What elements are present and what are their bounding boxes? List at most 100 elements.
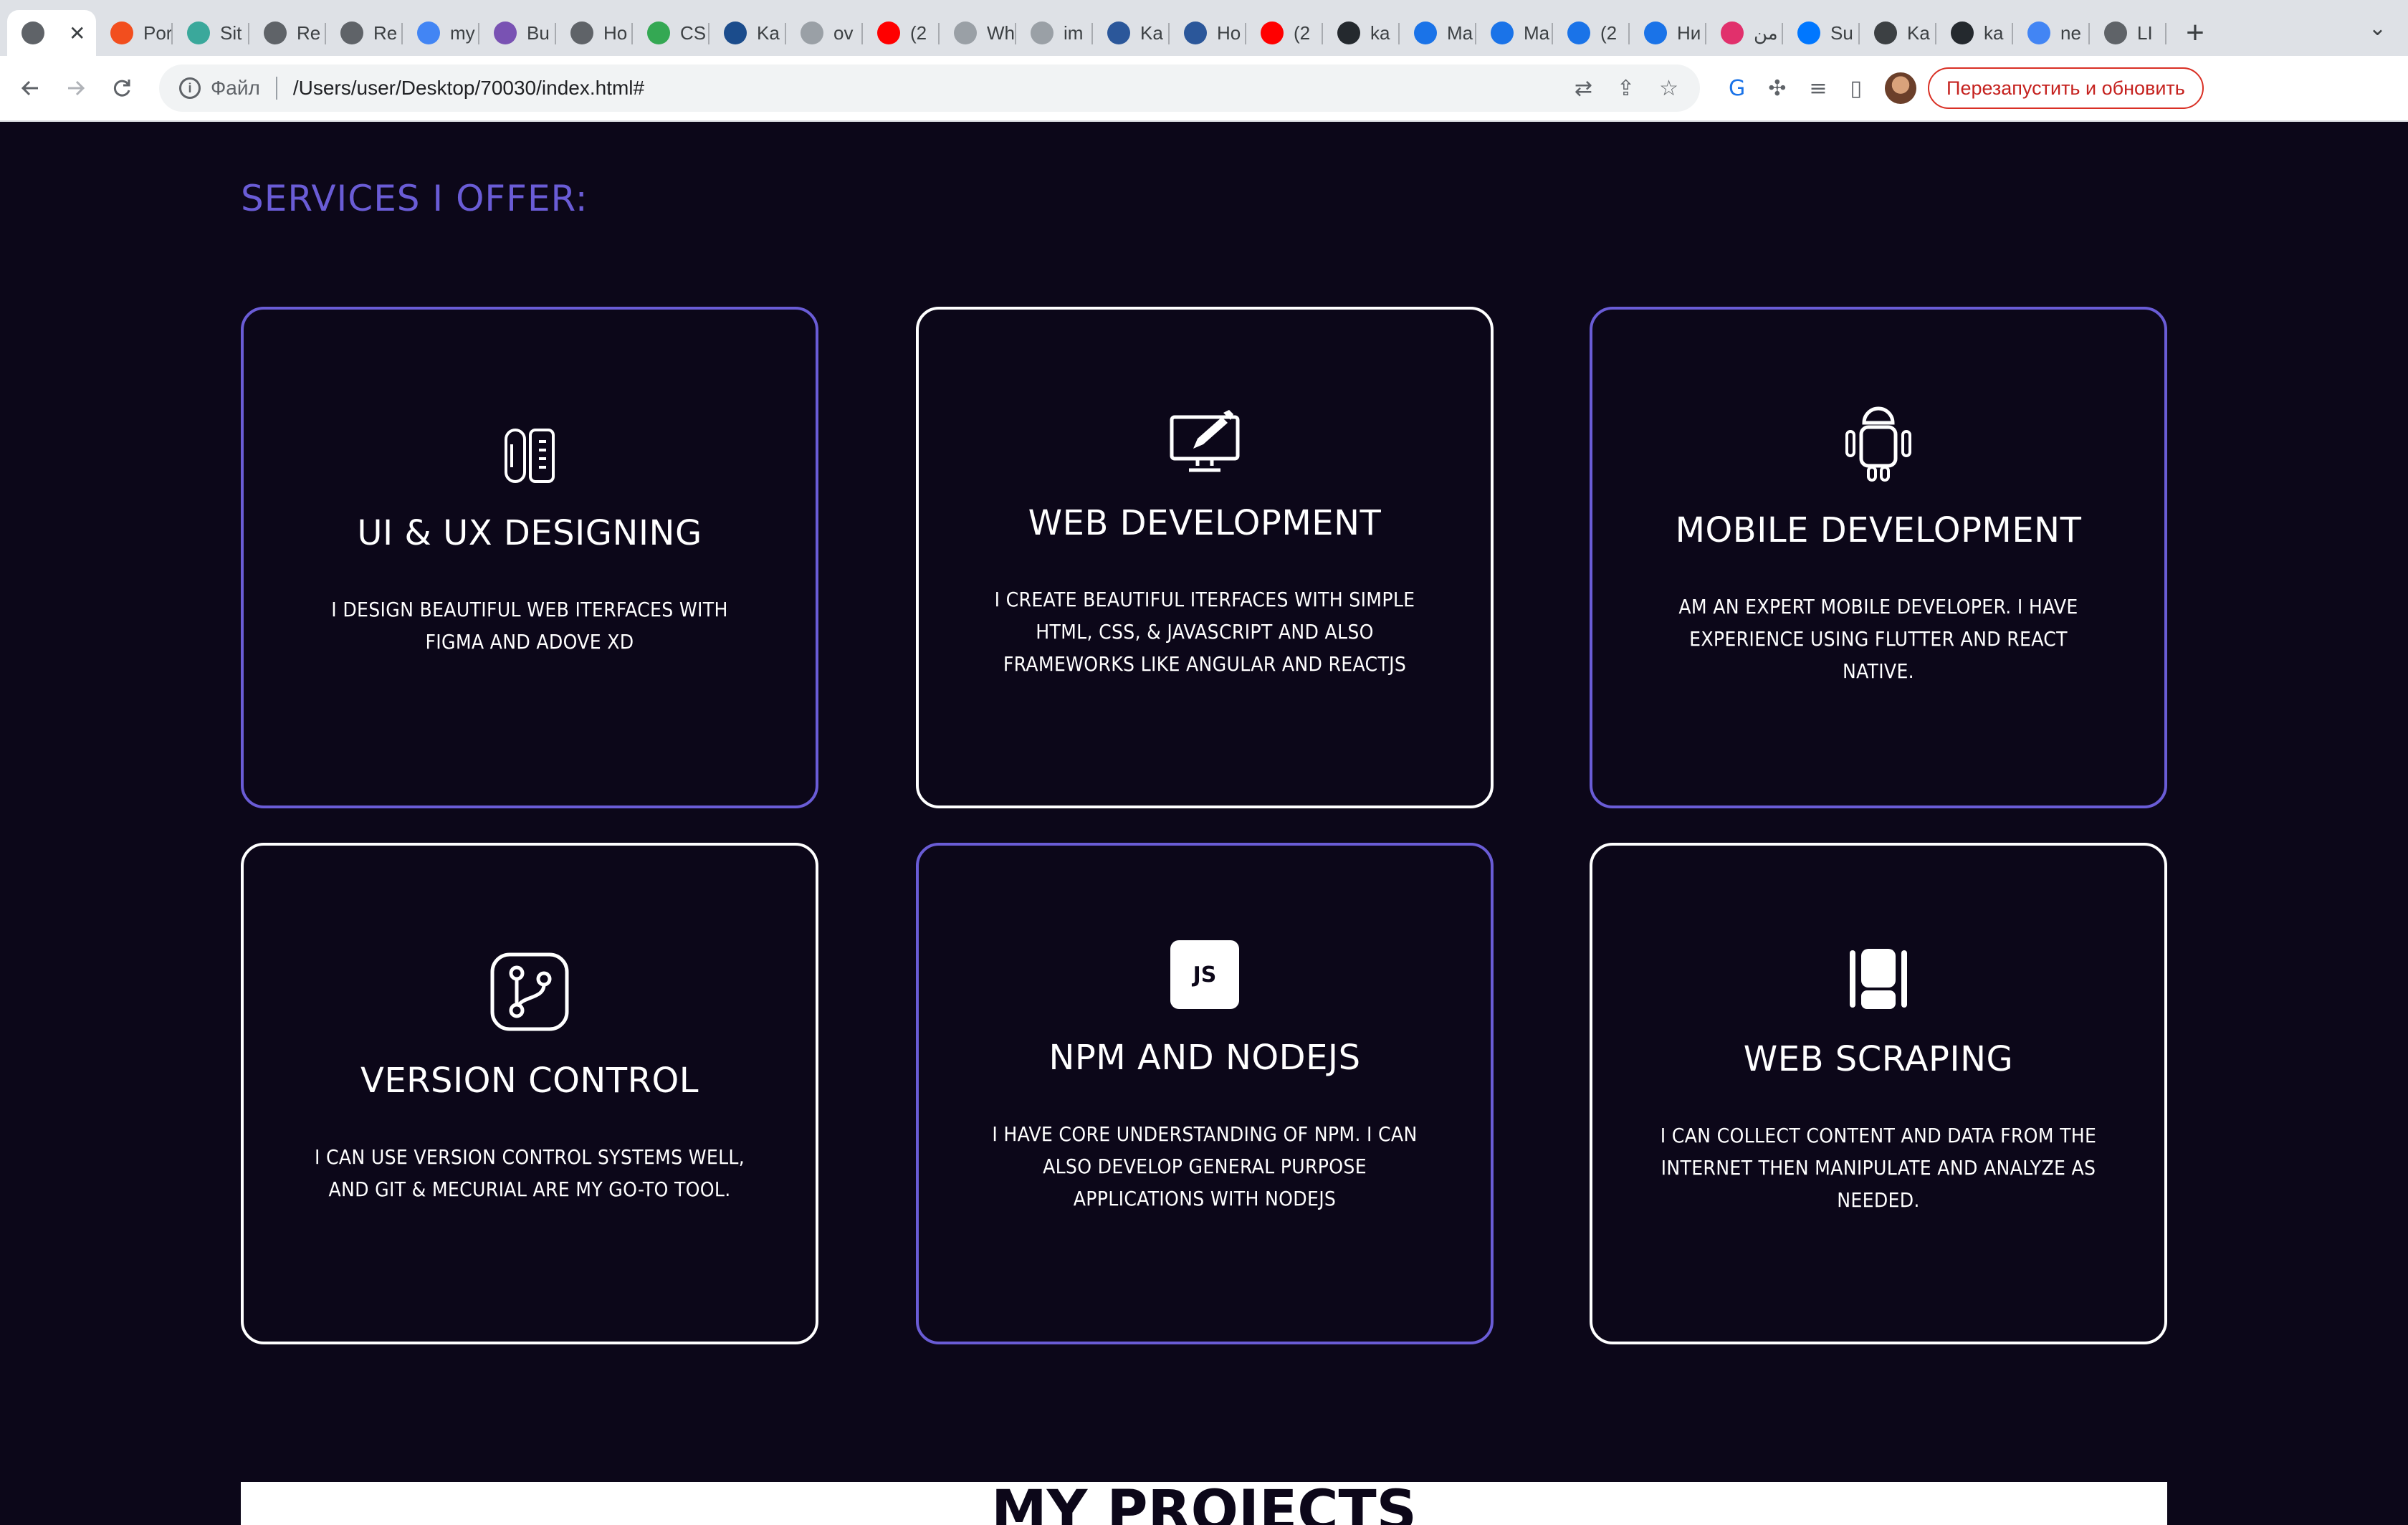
bookmark-star-icon[interactable]: ☆ [1659,76,1678,101]
reload-button[interactable] [99,65,145,111]
browser-tab[interactable]: Ho [556,10,633,56]
tab-title: Sit [220,21,242,44]
tab-title: Ma [1524,21,1550,44]
browser-tab[interactable]: (2 [1246,10,1323,56]
browser-tab[interactable]: Ka [1860,10,1936,56]
tab-title: Ka [757,21,780,44]
browser-tab[interactable]: ne [2013,10,2090,56]
globe-icon [264,21,287,44]
mail-icon [1491,21,1514,44]
service-card-mobile-development: MOBILE DEVELOPMENT AM AN EXPERT MOBILE D… [1590,307,2167,808]
browser-tab[interactable]: im [1016,10,1093,56]
tab-title: Wh [987,21,1015,44]
tab-search-chevron-icon[interactable]: ⌄ [2369,16,2386,41]
browser-tab[interactable]: ka [1323,10,1400,56]
extensions-puzzle-icon[interactable]: ✣ [1768,76,1786,101]
browser-tab[interactable]: Su [1783,10,1860,56]
browser-tab-strip: ✕ Por Sit Re Re my Bu Ho CS Ka ov (2 Wh im Ka Ho (2 ka Ma M… [0,0,2408,56]
browser-tab[interactable]: Bu [479,10,556,56]
browser-tab[interactable]: Por [96,10,173,56]
service-card-description: AM AN EXPERT MOBILE DEVELOPER. I HAVE EX… [1678,595,2078,683]
translate-icon[interactable]: ⇄ [1575,76,1592,101]
globe-icon [22,21,44,44]
diamond-icon [187,21,210,44]
browser-tab[interactable]: CS [633,10,710,56]
mail-icon [1644,21,1667,44]
tab-title: (2 [1294,21,1311,44]
tab-title: Ho [603,21,628,44]
chrome-icon [570,21,593,44]
js-icon-text: JS [1170,940,1239,1009]
browser-tab[interactable]: من [1706,10,1783,56]
tab-title: ov [833,21,854,44]
address-scheme-label: Файл [211,77,277,100]
address-url[interactable]: /Users/user/Desktop/70030/index.html# [293,77,644,100]
tab-title: Bu [527,21,550,44]
tab-title: من [1754,21,1778,44]
envelope-icon [1567,21,1590,44]
github-icon [1337,21,1360,44]
app-icon [1874,21,1897,44]
browser-tab[interactable]: ka [1936,10,2013,56]
tab-title: ne [2060,21,2081,44]
browser-tab[interactable]: Sit [173,10,249,56]
tab-title: my [450,21,475,44]
tab-active[interactable]: ✕ [7,10,96,56]
browser-tab[interactable]: Ho [1170,10,1246,56]
back-button[interactable] [7,65,53,111]
tab-title: (2 [1600,21,1618,44]
browser-tab[interactable]: Ka [1093,10,1170,56]
projects-section-title: MY PROJECTS [991,1482,1417,1525]
new-tab-button[interactable]: + [2166,10,2224,56]
tab-title: Ma [1447,21,1473,44]
profile-avatar[interactable] [1885,72,1917,104]
browser-tab[interactable]: (2 [1553,10,1630,56]
browser-tab[interactable]: Re [249,10,326,56]
tab-close-icon[interactable]: ✕ [69,21,85,45]
browser-tab[interactable]: Ma [1476,10,1553,56]
tab-list: ✕ Por Sit Re Re my Bu Ho CS Ka ov (2 Wh im Ka Ho (2 ka Ma M… [0,0,2166,56]
google-icon [417,21,440,44]
browser-tab[interactable]: Re [326,10,403,56]
translate-extension-icon[interactable]: G [1729,76,1745,101]
browser-tab[interactable]: Ни [1630,10,1706,56]
browser-tab[interactable]: (2 [863,10,940,56]
forward-button[interactable] [53,65,99,111]
service-card-web-development: WEB DEVELOPMENT I CREATE BEAUTIFUL ITERF… [916,307,1494,808]
service-card-title: NPM AND NODEJS [1048,1038,1361,1078]
tab-title: Ни [1677,21,1701,44]
service-card-ui-ux: UI & UX DESIGNING I DESIGN BEAUTIFUL WEB… [241,307,818,808]
tab-title: Ho [1217,21,1241,44]
relaunch-update-button[interactable]: Перезапустить и обновить [1928,67,2204,109]
tab-title: Su [1830,21,1853,44]
g-icon [801,21,823,44]
tab-title: CS [680,21,707,44]
tab-title: LI [2137,21,2153,44]
wr-icon [1107,21,1130,44]
github-icon [1951,21,1974,44]
share-icon[interactable]: ⇪ [1617,76,1635,101]
service-card-title: WEB DEVELOPMENT [1028,503,1382,543]
browser-tab[interactable]: LI [2090,10,2166,56]
google-icon [2027,21,2050,44]
scraper-icon [1848,946,1908,1010]
browser-tab[interactable]: Wh [940,10,1016,56]
site-info-icon[interactable]: i [179,77,201,99]
git-branch-icon [489,950,570,1032]
tab-title: Re [373,21,398,44]
js-icon: JS [1170,939,1239,1009]
service-card-description: I CAN COLLECT CONTENT AND DATA FROM THE … [1660,1124,2097,1212]
service-card-description: I HAVE CORE UNDERSTANDING OF NPM. I CAN … [992,1122,1418,1210]
browser-tab[interactable]: ov [786,10,863,56]
service-card-title: VERSION CONTROL [360,1061,699,1101]
tab-title: Ka [1140,21,1163,44]
address-bar[interactable]: i Файл /Users/user/Desktop/70030/index.h… [159,64,1700,112]
android-icon [1844,400,1913,482]
browser-tab[interactable]: Ma [1400,10,1476,56]
page-content: SERVICES I OFFER: UI & UX DESIGNING I DE… [0,122,2408,1525]
browser-tab[interactable]: my [403,10,479,56]
side-panel-icon[interactable]: ▯ [1850,76,1863,101]
media-control-icon[interactable]: ≡ [1809,76,1827,101]
browser-tab[interactable]: Ka [710,10,786,56]
browser-toolbar: i Файл /Users/user/Desktop/70030/index.h… [0,56,2408,122]
